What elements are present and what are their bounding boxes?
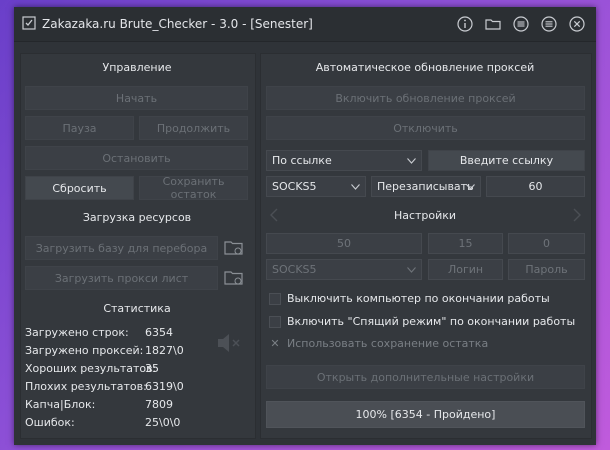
- resources-section-title: Загрузка ресурсов: [82, 211, 192, 224]
- retries-input[interactable]: 0: [508, 233, 585, 254]
- stat-value-proxies: 1827\0: [145, 344, 184, 357]
- sleep-checkbox-row[interactable]: Включить "Спящий режим" по окончании раб…: [269, 315, 575, 328]
- stat-value-bad: 6319\0: [145, 380, 184, 393]
- title-bar: Zakazaka.ru Brute_Checker - 3.0 - [Senes…: [14, 7, 596, 42]
- proxy-update-section-title: Автоматическое обновление проксей: [315, 61, 535, 74]
- shutdown-label: Выключить компьютер по окончании работы: [287, 292, 550, 305]
- load-base-folder-icon[interactable]: [223, 238, 245, 258]
- proxy-source-value: По ссылке: [272, 154, 332, 167]
- shutdown-checkbox-row[interactable]: Выключить компьютер по окончании работы: [269, 292, 550, 305]
- stat-label-captcha: Капча|Блок:: [25, 398, 96, 411]
- progress-label: 100% [6354 - Пройдено]: [355, 408, 496, 421]
- stat-value-captcha: 7809: [145, 398, 173, 411]
- stat-label-lines: Загружено строк:: [25, 326, 129, 339]
- reset-button[interactable]: Сбросить: [25, 176, 134, 200]
- save-remainder-checkbox[interactable]: ✕: [269, 337, 281, 350]
- proxy-type-select[interactable]: SOCKS5: [266, 176, 366, 197]
- load-proxy-button[interactable]: Загрузить прокси лист: [25, 266, 218, 290]
- stat-label-proxies: Загружено проксей:: [25, 344, 144, 357]
- stat-label-bad: Плохих результатов:: [25, 380, 147, 393]
- enable-proxy-update-button[interactable]: Включить обновление проксей: [266, 86, 585, 110]
- app-window: Zakazaka.ru Brute_Checker - 3.0 - [Senes…: [14, 7, 596, 445]
- chevron-right-icon[interactable]: [572, 208, 582, 222]
- stat-value-errors: 25\0\0: [145, 416, 181, 429]
- sleep-label: Включить "Спящий режим" по окончании раб…: [287, 315, 576, 328]
- enter-link-button[interactable]: Введите ссылку: [428, 150, 585, 171]
- password-input[interactable]: Пароль: [508, 259, 585, 280]
- chevron-down-icon: [407, 266, 416, 273]
- chevron-down-icon: [407, 157, 416, 164]
- proxy-mode-select[interactable]: Перезаписывать: [371, 176, 481, 197]
- info-icon[interactable]: [456, 15, 474, 33]
- progress-bar: 100% [6354 - Пройдено]: [266, 401, 585, 428]
- chevron-down-icon: [466, 183, 475, 190]
- start-button[interactable]: Начать: [25, 86, 248, 110]
- save-remainder-label: Использовать сохранение остатка: [287, 337, 489, 350]
- stop-button[interactable]: Остановить: [25, 146, 248, 170]
- stat-label-errors: Ошибок:: [25, 416, 75, 429]
- timeout-input[interactable]: 15: [428, 233, 503, 254]
- disable-proxy-update-button[interactable]: Отключить: [266, 116, 585, 140]
- login-input[interactable]: Логин: [428, 259, 503, 280]
- load-base-button[interactable]: Загрузить базу для перебора: [25, 236, 218, 260]
- close-icon[interactable]: [568, 15, 586, 33]
- save-remainder-button[interactable]: Сохранить остаток: [139, 175, 248, 201]
- stats-section-title: Статистика: [103, 302, 171, 315]
- control-section-title: Управление: [102, 61, 172, 74]
- sleep-checkbox[interactable]: [269, 315, 281, 328]
- pause-button[interactable]: Пауза: [25, 116, 134, 140]
- stat-label-good: Хороших результатов:: [25, 362, 157, 375]
- save-remainder-checkbox-row[interactable]: ✕ Использовать сохранение остатка: [269, 337, 488, 350]
- advanced-settings-button[interactable]: Открыть дополнительные настройки: [266, 365, 585, 389]
- folder-icon[interactable]: [484, 15, 502, 33]
- list-icon[interactable]: [512, 15, 530, 33]
- resume-button[interactable]: Продолжить: [139, 116, 248, 140]
- chevron-left-icon[interactable]: [269, 208, 279, 222]
- settings-proxy-type-value: SOCKS5: [272, 263, 317, 276]
- proxy-source-select[interactable]: По ссылке: [266, 150, 422, 171]
- stat-value-lines: 6354: [145, 326, 173, 339]
- settings-proxy-type-select[interactable]: SOCKS5: [266, 259, 422, 280]
- shutdown-checkbox[interactable]: [269, 292, 281, 305]
- settings-section-title: Настройки: [393, 209, 457, 222]
- threads-input[interactable]: 50: [266, 233, 422, 254]
- chevron-down-icon: [351, 183, 360, 190]
- proxy-mode-value: Перезаписывать: [377, 180, 474, 193]
- update-interval-input[interactable]: 60: [486, 176, 585, 197]
- menu-icon[interactable]: [540, 15, 558, 33]
- load-proxy-folder-icon[interactable]: [223, 268, 245, 288]
- proxy-type-value: SOCKS5: [272, 180, 317, 193]
- window-title: Zakazaka.ru Brute_Checker - 3.0 - [Senes…: [42, 17, 313, 31]
- sound-muted-icon[interactable]: [215, 331, 243, 355]
- app-logo-icon: [22, 16, 36, 30]
- stat-value-good: 35: [145, 362, 159, 375]
